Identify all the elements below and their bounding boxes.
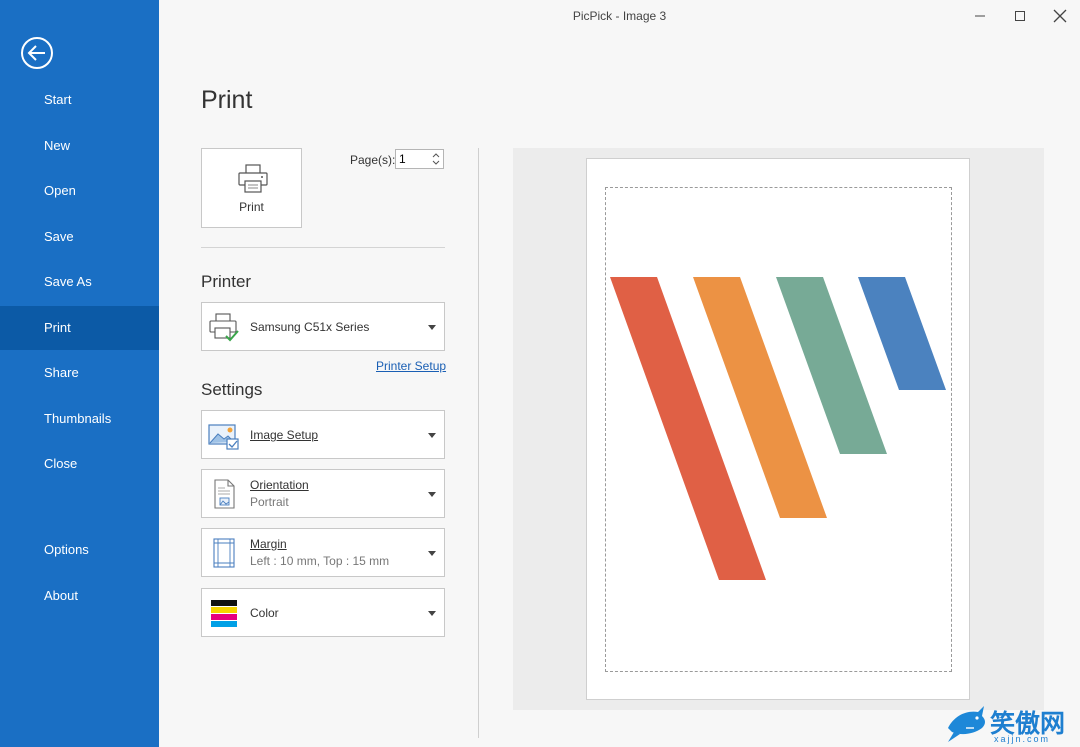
orientation-select[interactable]: Orientation Portrait xyxy=(201,469,445,518)
sidebar-item-options[interactable]: Options xyxy=(0,528,159,572)
back-arrow-icon xyxy=(21,37,53,69)
sidebar-item-save[interactable]: Save xyxy=(0,215,159,259)
spin-down-icon[interactable] xyxy=(430,159,442,167)
maximize-button[interactable] xyxy=(1000,0,1040,32)
watermark-sub: xajjn.com xyxy=(994,734,1051,744)
page-title: Print xyxy=(201,86,253,114)
orientation-value: Portrait xyxy=(250,495,289,509)
sidebar-item-save-as[interactable]: Save As xyxy=(0,260,159,304)
chevron-down-icon xyxy=(428,611,436,616)
shark-logo-icon xyxy=(948,706,985,742)
margin-icon xyxy=(213,538,235,568)
color-icon xyxy=(211,600,237,627)
printer-select[interactable]: Samsung C51x Series xyxy=(201,302,445,351)
watermark: 笑傲网 xajjn.com xyxy=(940,700,1080,747)
sidebar-item-thumbnails[interactable]: Thumbnails xyxy=(0,397,159,441)
pages-label: Page(s): xyxy=(350,153,396,167)
print-button-label: Print xyxy=(239,200,264,214)
window-title: PicPick - Image 3 xyxy=(572,9,667,23)
backstage-sidebar: Start New Open Save Save As Print Share … xyxy=(0,0,159,747)
sidebar-item-open[interactable]: Open xyxy=(0,169,159,213)
margin-value: Left : 10 mm, Top : 15 mm xyxy=(250,554,390,568)
chevron-down-icon xyxy=(428,492,436,497)
stripe-blue xyxy=(858,277,946,390)
back-button[interactable] xyxy=(20,36,54,70)
printer-icon xyxy=(238,164,268,193)
chevron-down-icon xyxy=(428,551,436,556)
printer-check-icon xyxy=(209,313,239,342)
image-setup-icon xyxy=(208,424,239,450)
vertical-divider xyxy=(478,148,479,738)
color-select[interactable]: Color xyxy=(201,588,445,637)
minimize-icon xyxy=(975,15,985,17)
minimize-button[interactable] xyxy=(960,0,1000,32)
margin-label: Margin xyxy=(250,537,287,551)
spin-up-icon[interactable] xyxy=(430,151,442,159)
divider xyxy=(201,247,445,248)
printer-heading: Printer xyxy=(201,272,252,291)
portrait-page-icon xyxy=(214,479,235,509)
printer-setup-link[interactable]: Printer Setup xyxy=(376,359,446,373)
sidebar-item-print[interactable]: Print xyxy=(0,306,159,350)
sidebar-item-about[interactable]: About xyxy=(0,574,159,618)
color-label: Color xyxy=(250,606,279,620)
sidebar-item-share[interactable]: Share xyxy=(0,351,159,395)
close-icon xyxy=(1053,9,1067,23)
sidebar-item-close[interactable]: Close xyxy=(0,442,159,486)
printer-name: Samsung C51x Series xyxy=(250,320,370,334)
margin-select[interactable]: Margin Left : 10 mm, Top : 15 mm xyxy=(201,528,445,577)
settings-heading: Settings xyxy=(201,380,263,399)
orientation-label: Orientation xyxy=(250,478,309,492)
close-window-button[interactable] xyxy=(1040,0,1080,32)
chevron-down-icon xyxy=(428,325,436,330)
maximize-icon xyxy=(1015,11,1025,21)
sidebar-item-start[interactable]: Start xyxy=(0,78,159,122)
sidebar-item-new[interactable]: New xyxy=(0,124,159,168)
print-button[interactable]: Print xyxy=(201,148,302,228)
preview-image xyxy=(610,277,946,580)
chevron-down-icon xyxy=(428,433,436,438)
image-setup-select[interactable]: Image Setup xyxy=(201,410,445,459)
image-setup-label: Image Setup xyxy=(250,428,319,442)
